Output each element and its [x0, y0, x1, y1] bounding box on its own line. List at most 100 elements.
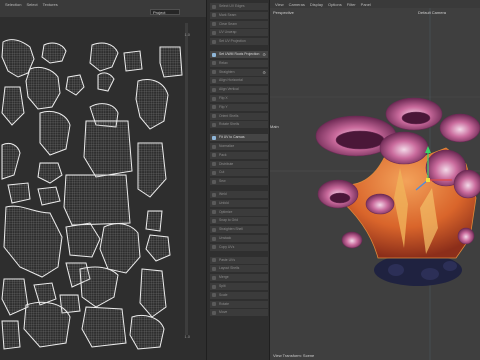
uv-shell — [97, 72, 115, 92]
tool-item[interactable]: Relax — [210, 59, 268, 67]
tool-item[interactable]: Select UV Edges — [210, 3, 268, 10]
tool-icon — [212, 227, 216, 232]
tool-item[interactable]: Rotate — [210, 300, 268, 308]
tool-icon — [212, 210, 216, 215]
tool-item[interactable]: Unfold — [210, 199, 268, 207]
tool-item[interactable]: Straighten Shell — [210, 226, 268, 234]
uv-shell — [37, 162, 63, 184]
tool-item[interactable]: Fit UV to Canvas — [210, 134, 268, 142]
tool-item[interactable]: Orient Shells — [210, 112, 268, 120]
tool-label: Straighten — [219, 69, 235, 74]
uv-shell — [1, 142, 21, 180]
tool-label: Set UWM Roots Projection — [219, 52, 260, 56]
uv-shell — [135, 79, 169, 130]
tool-item[interactable]: Straighten ⚙ — [210, 68, 268, 76]
tool-icon — [212, 22, 216, 27]
tool-label: Fit UV to Canvas — [219, 135, 245, 140]
tool-item[interactable]: Rotate Shells — [210, 121, 268, 129]
tool-icon — [212, 105, 216, 110]
vp-menu-view[interactable]: View — [275, 2, 284, 7]
tool-icon — [212, 4, 216, 9]
uv-shell — [83, 120, 133, 178]
uv-menu-selection[interactable]: Selection — [5, 2, 21, 7]
tool-item[interactable]: Move — [210, 309, 268, 317]
camera-label: Default Camera — [418, 10, 447, 15]
tool-item[interactable]: UV Unwrap — [210, 29, 268, 37]
tool-item[interactable]: Scale — [210, 291, 268, 299]
uv-shell — [23, 301, 71, 348]
uv-shell — [79, 266, 119, 308]
tool-item[interactable]: Paste UVs — [210, 256, 268, 264]
uv-scrollbar[interactable] — [185, 23, 188, 335]
tool-label: Align Vertical — [219, 87, 239, 92]
tool-item[interactable]: Snap to Grid — [210, 217, 268, 225]
tool-label: Weld — [219, 192, 227, 196]
tool-item[interactable]: Set UV Projection — [210, 38, 268, 46]
viewport-menubar: View Cameras Display Options Filter Pane… — [270, 0, 480, 8]
tool-item[interactable]: Unstack — [210, 235, 268, 242]
uv-shell — [145, 210, 163, 232]
vp-menu-panel[interactable]: Panel — [361, 2, 371, 7]
tool-item[interactable]: Distribute — [210, 160, 268, 168]
tool-icon — [212, 96, 216, 101]
uv-shell — [63, 174, 131, 226]
uv-shell — [137, 142, 167, 198]
petal — [453, 169, 480, 199]
tool-item[interactable]: Pack — [210, 151, 268, 159]
tool-icon — [212, 52, 216, 57]
uv-shell — [25, 66, 61, 110]
project-select[interactable]: Project — [150, 9, 180, 15]
tool-item[interactable]: Flip Y — [210, 103, 268, 111]
viewport-3d[interactable]: Perspective Default Camera Main View Tra… — [270, 8, 480, 360]
vp-menu-display[interactable]: Display — [310, 2, 323, 7]
uv-editor-panel: Project 1.0 1.0 — [0, 8, 206, 360]
tool-icon — [212, 135, 216, 140]
tool-item[interactable]: Optimize — [210, 208, 268, 216]
uv-scale-bottom: 1.0 — [184, 334, 190, 339]
tool-item[interactable]: Merge — [210, 274, 268, 282]
tool-item[interactable]: Copy UVs — [210, 243, 268, 251]
tool-label: Flip Y — [219, 104, 228, 109]
uv-shell — [81, 306, 127, 348]
tool-item[interactable]: Cut — [210, 169, 268, 177]
uv-shell — [41, 42, 67, 64]
vp-menu-options[interactable]: Options — [328, 2, 342, 7]
tool-item[interactable]: Sew — [210, 178, 268, 186]
vp-menu-filter[interactable]: Filter — [347, 2, 356, 7]
tool-item[interactable]: Split — [210, 283, 268, 290]
tool-item[interactable]: Mark Seam — [210, 11, 268, 19]
tool-item[interactable]: Flip X — [210, 95, 268, 102]
uv-layout-canvas[interactable] — [0, 17, 206, 360]
tool-item[interactable]: Align Horizontal — [210, 77, 268, 85]
uv-shell — [1, 320, 21, 350]
uv-shell — [1, 86, 25, 126]
status-label: View Transform: Scene — [273, 353, 315, 358]
tool-label: UV Unwrap — [219, 30, 237, 35]
uv-shell — [65, 222, 101, 258]
tool-icon — [212, 170, 216, 175]
tool-item[interactable]: Set UWM Roots Projection ⚙ — [210, 51, 268, 58]
tool-item[interactable]: Layout Shells — [210, 265, 268, 273]
uv-menu-textures[interactable]: Textures — [43, 2, 58, 7]
tool-icon — [212, 192, 216, 197]
petal — [457, 227, 475, 245]
uv-menu-select[interactable]: Select — [26, 2, 37, 7]
world-label: Main — [270, 124, 279, 129]
tool-label: Unstack — [219, 236, 232, 240]
gear-icon[interactable]: ⚙ — [262, 51, 266, 58]
uv-shell — [3, 205, 63, 278]
tool-label: Paste UVs — [219, 257, 236, 262]
tool-item[interactable]: Normalize — [210, 143, 268, 150]
uv-toolbar: Project — [0, 8, 206, 17]
vp-menu-cameras[interactable]: Cameras — [289, 2, 305, 7]
tool-item[interactable]: Align Vertical — [210, 86, 268, 94]
tool-icon — [212, 245, 216, 250]
tool-icon — [212, 39, 216, 44]
coral-model[interactable] — [270, 8, 480, 360]
gear-icon[interactable]: ⚙ — [262, 69, 266, 76]
petal — [341, 231, 363, 249]
tool-label: Select UV Edges — [219, 4, 245, 8]
tool-item[interactable]: Weld — [210, 191, 268, 198]
tool-item[interactable]: Clear Seam — [210, 20, 268, 28]
uv-shell — [159, 46, 183, 78]
